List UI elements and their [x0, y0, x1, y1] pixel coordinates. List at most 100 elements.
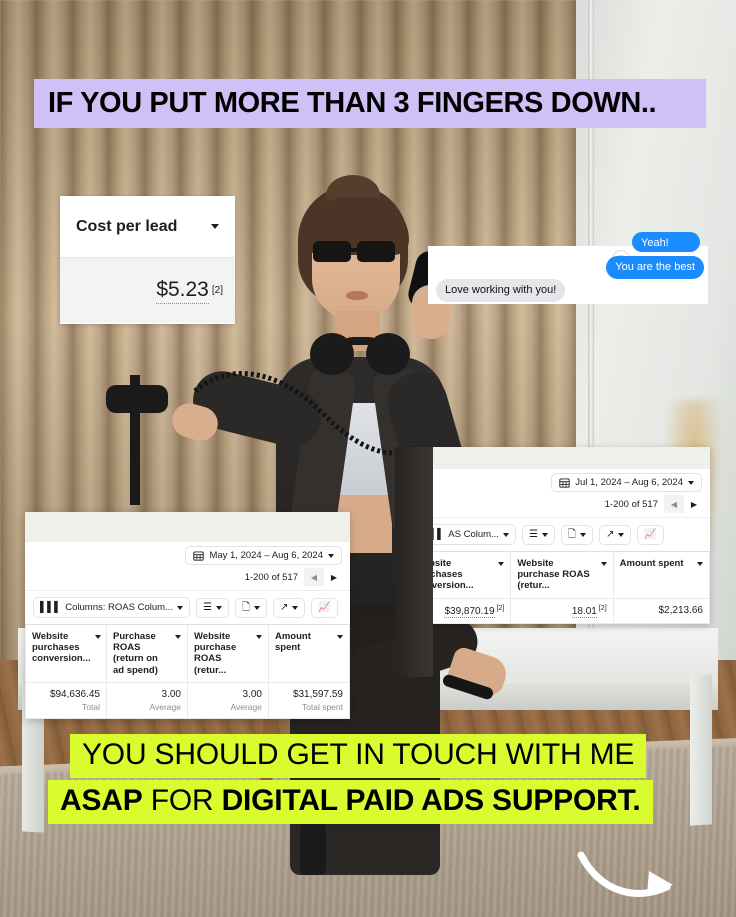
cell-subtext: Average — [230, 701, 262, 712]
chevron-down-icon — [328, 553, 334, 558]
panel-top-strip-front — [25, 512, 350, 542]
export-icon: ↗ — [279, 601, 289, 613]
column-header[interactable]: Amount spent — [612, 551, 711, 599]
panel-top-strip-back — [408, 447, 710, 469]
date-range-row-front: May 1, 2024 – Aug 6, 2024 — [25, 542, 350, 567]
chevron-down-icon — [175, 635, 181, 639]
cell-subtext: Average — [149, 701, 181, 712]
cost-per-lead-value-row: $5.23 [2] — [60, 258, 235, 323]
cell-value: 18.01 — [571, 605, 597, 618]
cell-value: $2,213.66 — [658, 604, 704, 616]
column-header[interactable]: Website purchase ROAS (retur... — [510, 551, 614, 599]
bottom-cta-banner: YOU SHOULD GET IN TOUCH WITH ME ASAP FOR… — [0, 734, 736, 824]
column-header-label: Amount spent — [619, 558, 684, 569]
lips — [346, 291, 368, 300]
chevron-down-icon — [215, 605, 222, 610]
chevron-down-icon — [502, 532, 509, 537]
bottom-cta-asap: ASAP — [60, 784, 143, 817]
pagination-next-button-back[interactable]: ▶ — [684, 495, 704, 513]
chevron-down-icon — [688, 480, 694, 485]
date-range-picker-back[interactable]: Jul 1, 2024 – Aug 6, 2024 — [551, 473, 702, 492]
charts-button-back[interactable]: 📈 — [637, 524, 664, 545]
column-header-label: Website purchase ROAS (retur... — [194, 631, 237, 676]
table-cell: $31,597.59 Total spent — [268, 681, 350, 719]
cost-per-lead-title: Cost per lead — [76, 217, 178, 235]
toolbar-front: ▌▌▌ Columns: ROAS Colum... ☰ 🗋 ↗ 📈 — [25, 590, 350, 624]
cell-subtext: Total — [82, 701, 100, 712]
curved-arrow-icon — [577, 851, 673, 897]
reports-icon: 🗋 — [241, 601, 250, 613]
telephone-cord — [193, 371, 420, 456]
cost-per-lead-footnote: [2] — [211, 285, 223, 296]
column-header-label: Website purchase ROAS (retur... — [517, 558, 590, 592]
sunglasses-icon — [313, 241, 401, 263]
table-row: $39,870.19 [2] 18.01 [2] $2,213.66 — [407, 597, 711, 624]
column-header[interactable]: Website purchase ROAS (retur... — [187, 624, 269, 683]
pagination-prev-button-front[interactable]: ◀ — [304, 568, 324, 586]
pagination-row-front: 1-200 of 517 ◀ ▶ — [25, 567, 350, 590]
chevron-down-icon — [337, 635, 343, 639]
date-range-row-back: Jul 1, 2024 – Aug 6, 2024 — [408, 469, 710, 494]
cell-footnote: [2] — [496, 604, 505, 612]
pagination-label-back: 1-200 of 517 — [604, 498, 658, 510]
cell-footnote: [2] — [598, 604, 607, 612]
bottom-cta-line1: YOU SHOULD GET IN TOUCH WITH ME — [70, 734, 647, 778]
chevron-down-icon — [618, 532, 625, 537]
cost-per-lead-value: $5.23 — [156, 278, 209, 304]
cell-value: $94,636.45 — [49, 688, 100, 700]
pagination-label-front: 1-200 of 517 — [244, 571, 298, 583]
metrics-table-back: Website purchases conversion... Website … — [407, 551, 711, 624]
top-hook-text: IF YOU PUT MORE THAN 3 FINGERS DOWN.. — [48, 87, 657, 119]
cell-value: $39,870.19 — [444, 605, 495, 618]
chevron-down-icon[interactable] — [211, 224, 219, 229]
export-icon: ↗ — [605, 528, 615, 540]
toolbar-back: ▌▌▌ AS Colum... ☰ 🗋 ↗ 📈 — [408, 517, 710, 551]
charts-icon: 📈 — [318, 601, 331, 613]
date-range-label-back: Jul 1, 2024 – Aug 6, 2024 — [575, 477, 683, 488]
message-bubble-incoming: Love working with you! — [436, 279, 566, 302]
chevron-down-icon — [256, 635, 262, 639]
chevron-down-icon — [94, 635, 101, 639]
export-button-front[interactable]: ↗ — [272, 597, 306, 618]
cost-per-lead-header: Cost per lead — [60, 196, 235, 258]
table-row: $94,636.45 Total 3.00 Average 3.00 Avera… — [25, 681, 350, 719]
breakdown-button-front[interactable]: ☰ — [195, 597, 229, 618]
mic-stand — [130, 375, 140, 505]
top-hook-banner: IF YOU PUT MORE THAN 3 FINGERS DOWN.. — [34, 79, 706, 128]
reports-button-front[interactable]: 🗋 — [234, 597, 267, 618]
export-button-back[interactable]: ↗ — [598, 524, 632, 545]
table-cell: $94,636.45 Total — [25, 681, 107, 719]
message-bubble-outgoing: You are the best — [606, 256, 704, 279]
column-header[interactable]: Website purchases conversion... — [25, 624, 107, 683]
charts-button-front[interactable]: 📈 — [311, 597, 338, 618]
bottom-cta-line2: ASAP FOR DIGITAL PAID ADS SUPPORT. — [48, 780, 653, 824]
ads-manager-panel-back: Jul 1, 2024 – Aug 6, 2024 1-200 of 517 ◀… — [407, 447, 711, 624]
reports-icon: 🗋 — [567, 528, 576, 540]
table-header-row-front: Website purchases conversion... Purchase… — [25, 624, 350, 683]
column-header[interactable]: Amount spent — [268, 624, 350, 683]
table-cell: 3.00 Average — [106, 681, 188, 719]
charts-icon: 📈 — [644, 528, 657, 540]
chevron-down-icon — [498, 562, 505, 566]
pagination-next-button-front[interactable]: ▶ — [324, 568, 344, 586]
columns-button-front[interactable]: ▌▌▌ Columns: ROAS Colum... — [33, 597, 190, 618]
chevron-down-icon — [697, 562, 703, 566]
standing-shoe — [300, 823, 326, 875]
column-header[interactable]: Purchase ROAS (return on ad spend) — [106, 624, 188, 683]
columns-label-front: Columns: ROAS Colum... — [65, 602, 173, 613]
body-occluder — [395, 447, 433, 677]
reports-button-back[interactable]: 🗋 — [560, 524, 593, 545]
ads-manager-panel-front: May 1, 2024 – Aug 6, 2024 1-200 of 517 ◀… — [25, 512, 350, 719]
cell-value: 3.00 — [242, 688, 262, 700]
column-header-label: Amount spent — [275, 631, 311, 654]
breakdown-icon: ☰ — [202, 601, 212, 613]
table-cell: $2,213.66 — [612, 597, 711, 624]
breakdown-button-back[interactable]: ☰ — [521, 524, 555, 545]
bottom-cta-for: FOR — [142, 784, 222, 817]
column-header-label: Website purchases conversion... — [32, 631, 91, 665]
metrics-table-front: Website purchases conversion... Purchase… — [25, 624, 350, 719]
date-range-picker-front[interactable]: May 1, 2024 – Aug 6, 2024 — [185, 546, 342, 565]
pagination-prev-button-back[interactable]: ◀ — [664, 495, 684, 513]
date-range-label-front: May 1, 2024 – Aug 6, 2024 — [209, 550, 323, 561]
table-header-row-back: Website purchases conversion... Website … — [407, 551, 711, 599]
